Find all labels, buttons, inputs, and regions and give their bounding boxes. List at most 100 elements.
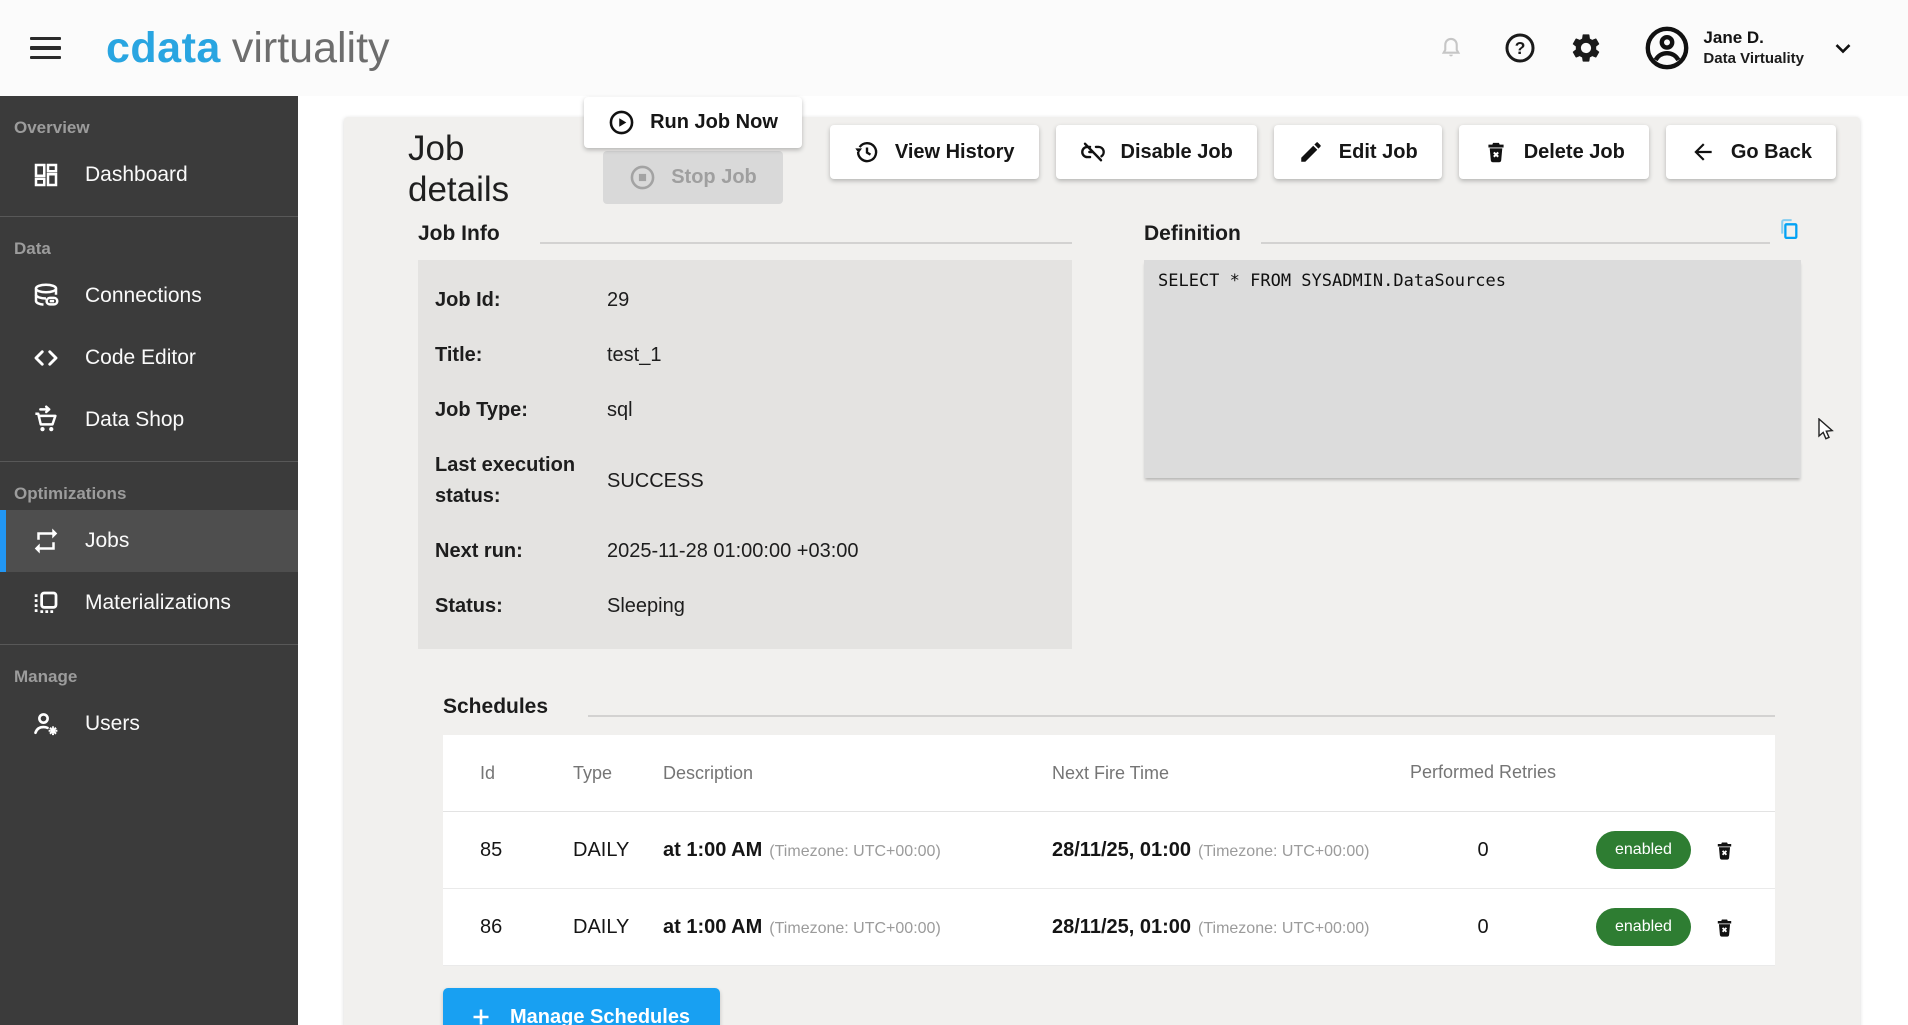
job-info-heading: Job Info: [418, 222, 500, 246]
schedule-type: DAILY: [573, 916, 663, 939]
job-id-label: Job Id:: [435, 285, 607, 316]
sidebar-item-label: Materializations: [85, 591, 231, 615]
notifications-bell-icon[interactable]: [1437, 33, 1465, 63]
info-row-next-run: Next run: 2025-11-28 01:00:00 +03:00: [435, 524, 1072, 579]
settings-gear-icon[interactable]: [1569, 31, 1603, 65]
user-name: Jane D.: [1703, 27, 1804, 49]
sidebar-item-code-editor[interactable]: Code Editor: [0, 327, 298, 389]
heading-rule: [540, 242, 1072, 244]
schedule-row: 86 DAILY at 1:00 AM(Timezone: UTC+00:00)…: [443, 889, 1775, 966]
stop-job-label: Stop Job: [671, 166, 757, 189]
sidebar-item-materializations[interactable]: Materializations: [0, 572, 298, 634]
info-row-status: Status: Sleeping: [435, 579, 1072, 634]
app-logo[interactable]: cdata virtuality: [106, 24, 390, 73]
sidebar-item-data-shop[interactable]: Data Shop: [0, 389, 298, 451]
play-circle-icon: [608, 109, 635, 136]
schedule-id: 85: [480, 839, 573, 862]
manage-schedules-button[interactable]: Manage Schedules: [443, 988, 720, 1025]
copy-icon: [1776, 217, 1801, 242]
heading-rule: [1261, 242, 1770, 244]
copy-definition-button[interactable]: [1776, 217, 1801, 242]
pencil-edit-icon: [1298, 139, 1324, 165]
go-back-button[interactable]: Go Back: [1666, 125, 1836, 179]
user-menu[interactable]: Jane D. Data Virtuality: [1643, 24, 1856, 72]
column-performed-retries: Performed Retries: [1403, 750, 1563, 795]
next-fire-timezone: (Timezone: UTC+00:00): [1198, 920, 1369, 937]
delete-job-label: Delete Job: [1524, 141, 1625, 164]
disable-job-button[interactable]: Disable Job: [1056, 125, 1257, 179]
status-badge: enabled: [1596, 831, 1691, 869]
main-content: Job details Run Job Now Stop Job: [298, 96, 1908, 1025]
trash-delete-icon: [1713, 915, 1736, 940]
sidebar-item-connections[interactable]: Connections: [0, 265, 298, 327]
schedules-heading: Schedules: [443, 695, 548, 719]
shopping-cart-icon: [31, 405, 61, 435]
description-timezone: (Timezone: UTC+00:00): [769, 843, 940, 860]
job-type-label: Job Type:: [435, 395, 607, 426]
users-icon: [31, 709, 61, 739]
database-connections-icon: [31, 281, 61, 311]
logo-cdata: cdata: [106, 24, 221, 73]
user-organization: Data Virtuality: [1703, 49, 1804, 69]
help-icon[interactable]: ?: [1503, 31, 1537, 65]
sidebar-section-data: Data: [0, 219, 298, 265]
link-off-icon: [1080, 139, 1106, 165]
chevron-down-icon[interactable]: [1830, 35, 1856, 61]
materializations-icon: [31, 588, 61, 618]
sidebar-item-label: Users: [85, 712, 140, 736]
delete-schedule-button[interactable]: [1713, 915, 1736, 940]
sidebar-divider: [0, 461, 298, 462]
user-avatar-icon: [1643, 24, 1691, 72]
repeat-jobs-icon: [31, 526, 61, 556]
delete-job-button[interactable]: Delete Job: [1459, 125, 1649, 179]
schedules-table: Id Type Description Next Fire Time Perfo…: [443, 735, 1775, 966]
last-execution-status-label: Last execution status:: [435, 450, 607, 512]
sql-definition-box[interactable]: SELECT * FROM SYSADMIN.DataSources: [1144, 260, 1801, 478]
view-history-button[interactable]: View History: [830, 125, 1039, 179]
sidebar-section-optimizations: Optimizations: [0, 464, 298, 510]
schedule-next-fire-time: 28/11/25, 01:00(Timezone: UTC+00:00): [1052, 839, 1403, 862]
job-info-panel: Job Id: 29 Title: test_1 Job Type: sql: [418, 260, 1072, 649]
job-id-value: 29: [607, 289, 629, 312]
delete-schedule-button[interactable]: [1713, 838, 1736, 863]
schedule-row: 85 DAILY at 1:00 AM(Timezone: UTC+00:00)…: [443, 812, 1775, 889]
stop-circle-icon: [629, 164, 656, 191]
column-type: Type: [573, 763, 663, 784]
go-back-label: Go Back: [1731, 141, 1812, 164]
trash-delete-icon: [1483, 139, 1509, 165]
schedule-performed-retries: 0: [1403, 903, 1563, 952]
page-title: Job details: [408, 129, 543, 210]
job-details-card: Job details Run Job Now Stop Job: [344, 117, 1860, 1025]
sidebar-item-jobs[interactable]: Jobs: [0, 510, 298, 572]
history-icon: [854, 139, 880, 165]
hamburger-menu-icon[interactable]: [30, 37, 64, 60]
stop-job-button[interactable]: Stop Job: [603, 151, 783, 204]
sidebar: Overview Dashboard Data Connections Code…: [0, 96, 298, 1025]
status-label: Status:: [435, 591, 607, 622]
schedule-type: DAILY: [573, 839, 663, 862]
schedules-section: Schedules Id Type Description Next Fire …: [443, 695, 1775, 1025]
arrow-left-icon: [1690, 139, 1716, 165]
run-job-now-label: Run Job Now: [650, 111, 778, 134]
info-row-title: Title: test_1: [435, 328, 1072, 383]
title-value: test_1: [607, 344, 661, 367]
edit-job-button[interactable]: Edit Job: [1274, 125, 1442, 179]
sidebar-item-label: Jobs: [85, 529, 129, 553]
sidebar-item-label: Dashboard: [85, 163, 188, 187]
schedule-next-fire-time: 28/11/25, 01:00(Timezone: UTC+00:00): [1052, 916, 1403, 939]
info-row-job-type: Job Type: sql: [435, 383, 1072, 438]
sidebar-section-overview: Overview: [0, 98, 298, 144]
sidebar-item-label: Code Editor: [85, 346, 196, 370]
definition-section: Definition SELECT * FROM SYSADMIN.DataSo…: [1144, 222, 1801, 649]
schedules-table-header: Id Type Description Next Fire Time Perfo…: [443, 735, 1775, 812]
schedule-description: at 1:00 AM(Timezone: UTC+00:00): [663, 839, 1052, 862]
sidebar-item-dashboard[interactable]: Dashboard: [0, 144, 298, 206]
last-execution-status-value: SUCCESS: [607, 470, 704, 493]
manage-schedules-label: Manage Schedules: [510, 1006, 690, 1025]
edit-job-label: Edit Job: [1339, 141, 1418, 164]
dashboard-icon: [31, 160, 61, 190]
column-next-fire-time: Next Fire Time: [1052, 763, 1403, 784]
sidebar-item-users[interactable]: Users: [0, 693, 298, 755]
svg-text:?: ?: [1515, 38, 1526, 58]
run-job-now-button[interactable]: Run Job Now: [584, 97, 802, 148]
